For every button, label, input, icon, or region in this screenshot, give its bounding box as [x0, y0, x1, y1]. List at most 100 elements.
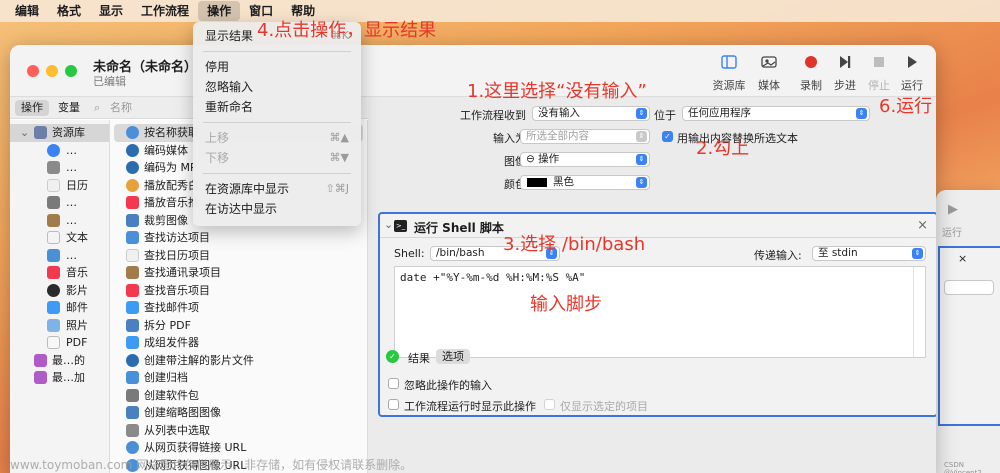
pass-input-popup[interactable]: 至 stdin ⇕ — [812, 246, 926, 261]
action-item[interactable]: 从网页获得链接 URL — [110, 439, 367, 457]
library-icon — [34, 126, 47, 139]
library-item[interactable]: … — [10, 247, 109, 265]
menu-item-disable[interactable]: 停用 — [193, 57, 361, 77]
results-tab[interactable]: 结果 — [408, 350, 430, 366]
music-icon — [47, 266, 60, 279]
action-item[interactable]: 创建缩略图图像 — [110, 404, 367, 422]
library-item-text[interactable]: 文本 — [10, 229, 109, 247]
safari-icon — [126, 126, 139, 139]
chevron-down-icon: ⌄ — [20, 126, 30, 139]
menu-separator — [203, 173, 351, 174]
menu-item-show-in-finder[interactable]: 在访达中显示 — [193, 199, 361, 219]
show-when-run-label: 工作流程运行时显示此操作 — [404, 400, 536, 413]
tab-variables[interactable]: 变量 — [52, 100, 86, 116]
movie-icon — [47, 283, 60, 297]
library-button[interactable]: 资源库 — [707, 55, 751, 93]
action-item[interactable]: 查找音乐项目 — [110, 282, 367, 300]
photos-icon — [126, 178, 139, 192]
library-item-calendar[interactable]: 日历 — [10, 177, 109, 195]
in-label: 位于 — [654, 109, 676, 122]
library-item-music[interactable]: 音乐 — [10, 264, 109, 282]
calendar-icon — [126, 248, 139, 262]
bg-run-label: 运行 — [942, 228, 962, 239]
annotation-step-2: 2.勾上 — [696, 138, 750, 159]
replace-text-checkbox[interactable]: ✓ — [662, 131, 673, 142]
input-popup: 所选全部内容 ⇕ — [520, 129, 650, 144]
automator-window: 未命名（未命名） 已编辑 资源库 媒体 录制 步进 停止 运行 操作 变量 ⌕ … — [10, 45, 936, 473]
close-icon: × — [958, 252, 968, 265]
action-item[interactable]: 查找访达项目 — [110, 229, 367, 247]
run-shell-script-action: ⌄ >_ 运行 Shell 脚本 × Shell: /bin/bash ⇕ 传递输… — [378, 212, 936, 417]
action-item[interactable]: 创建软件包 — [110, 387, 367, 405]
smart-folder-icon — [34, 371, 47, 384]
menu-item-rename[interactable]: 重新命名 — [193, 97, 361, 117]
menu-item-move-up: 上移 ⌘▲ — [205, 131, 349, 145]
library-item-mail[interactable]: 邮件 — [10, 299, 109, 317]
options-tab[interactable]: 选项 — [436, 349, 470, 364]
library-item[interactable]: … — [10, 159, 109, 177]
watermark: www.toymoban.com 网络图片仅供展示，非存储，如有侵权请联系删除。 — [10, 458, 413, 472]
close-window-button[interactable] — [27, 65, 39, 77]
tools-icon — [126, 388, 139, 402]
script-editor[interactable]: date +"%Y-%m-%d %H:%M:%S %A" — [394, 266, 926, 358]
menu-item-show-in-library[interactable]: 在资源库中显示 ⇧⌘J — [193, 179, 361, 199]
globe-icon — [47, 143, 60, 157]
action-item[interactable]: 查找邮件项 — [110, 299, 367, 317]
library-item[interactable]: … — [10, 142, 109, 160]
action-item[interactable]: 创建归档 — [110, 369, 367, 387]
library-item-photos[interactable]: 照片 — [10, 317, 109, 335]
library-item[interactable]: … — [10, 212, 109, 230]
chevron-updown-icon: ⇕ — [636, 154, 647, 165]
quicktime-icon — [126, 353, 139, 367]
media-button[interactable]: 媒体 — [747, 55, 791, 93]
close-icon[interactable]: × — [917, 218, 928, 233]
library-root[interactable]: ⌄ 资源库 — [10, 124, 109, 142]
smart-group-recent[interactable]: 最…的 — [10, 352, 109, 370]
input-label: 输入为 — [493, 132, 526, 145]
receives-label: 工作流程收到 — [460, 109, 526, 122]
action-item[interactable]: 查找通讯录项目 — [110, 264, 367, 282]
action-item[interactable]: 创建带注解的影片文件 — [110, 352, 367, 370]
annotation-step-6: 6.运行 — [879, 96, 933, 117]
annotation-step-3: 3.选择 /bin/bash — [503, 234, 646, 255]
menu-action[interactable]: 操作 — [198, 1, 241, 21]
photo-icon — [747, 55, 791, 75]
run-button[interactable]: 运行 — [890, 55, 934, 93]
ignore-input-checkbox[interactable] — [388, 378, 399, 389]
zoom-window-button[interactable] — [65, 65, 77, 77]
library-item[interactable]: … — [10, 194, 109, 212]
library-item-movies[interactable]: 影片 — [10, 282, 109, 300]
script-text: date +"%Y-%m-%d %H:%M:%S %A" — [400, 271, 586, 284]
application-popup[interactable]: 任何应用程序 ⇕ — [682, 106, 870, 121]
pdf-icon — [47, 336, 60, 349]
tab-actions[interactable]: 操作 — [15, 100, 49, 116]
preview-icon — [126, 406, 139, 419]
action-header: ⌄ >_ 运行 Shell 脚本 × — [380, 214, 936, 238]
library-item-pdf[interactable]: PDF — [10, 334, 109, 352]
menu-separator — [203, 122, 351, 123]
tools-icon — [47, 196, 60, 209]
menu-item-move-down: 下移 ⌘▼ — [205, 151, 349, 165]
shell-label: Shell: — [394, 247, 425, 260]
color-popup[interactable]: 黑色 ⇕ — [520, 175, 650, 190]
pass-input-label: 传递输入: — [754, 249, 802, 262]
menu-item-ignore-input[interactable]: 忽略输入 — [193, 77, 361, 97]
checkmark-circle-icon: ✓ — [386, 350, 399, 363]
menu-bar: 编辑 格式 显示 工作流程 操作 窗口 帮助 — [0, 0, 1000, 22]
action-item[interactable]: 成组发件器 — [110, 334, 367, 352]
finder-icon — [47, 248, 60, 262]
menu-view[interactable]: 显示 — [90, 1, 132, 21]
action-item[interactable]: 拆分 PDF — [110, 317, 367, 335]
script-scrollbar[interactable] — [913, 267, 925, 357]
menu-format[interactable]: 格式 — [48, 1, 90, 21]
smart-group-added[interactable]: 最…加 — [10, 369, 109, 387]
menu-edit[interactable]: 编辑 — [6, 1, 48, 21]
image-popup[interactable]: ⊖ 操作 ⇕ — [520, 152, 650, 167]
menu-workflow[interactable]: 工作流程 — [132, 1, 198, 21]
minimize-window-button[interactable] — [46, 65, 58, 77]
action-item[interactable]: 从列表中选取 — [110, 422, 367, 440]
preview-icon — [126, 318, 139, 332]
chevron-down-icon[interactable]: ⌄ — [384, 218, 393, 231]
action-item[interactable]: 查找日历项目 — [110, 247, 367, 265]
show-when-run-checkbox[interactable] — [388, 399, 399, 410]
